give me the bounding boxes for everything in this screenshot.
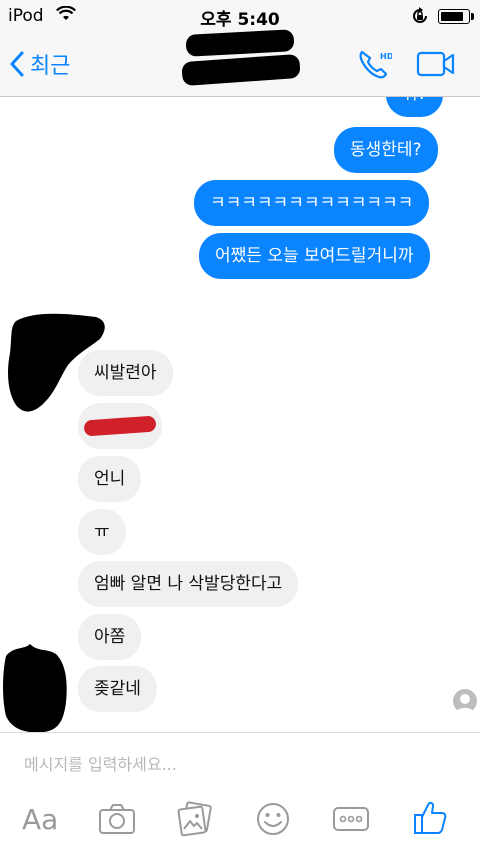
voice-call-button[interactable]: HD	[356, 46, 394, 86]
text-format-label: Aa	[22, 803, 59, 836]
hd-badge: HD	[380, 52, 392, 61]
seen-avatar-icon	[453, 689, 477, 713]
camera-icon	[99, 804, 135, 834]
battery-level	[441, 12, 463, 21]
video-camera-icon	[416, 51, 455, 77]
back-button[interactable]: 최근	[10, 48, 70, 80]
composer: 메시지를 입력하세요... Aa	[0, 732, 480, 853]
redacted-avatar	[3, 644, 67, 732]
more-options-button[interactable]	[332, 805, 370, 840]
more-dots-icon	[333, 807, 369, 831]
conversation-header: 최근 HD	[0, 29, 480, 97]
video-call-button[interactable]	[416, 50, 456, 82]
redacted-contact-name-2	[181, 53, 301, 87]
message-bubble-outgoing[interactable]: 동생한테?	[334, 127, 438, 173]
redacted-contact-name	[185, 29, 295, 57]
status-bar: iPod 오후 5:40	[0, 0, 480, 32]
battery-icon	[438, 9, 474, 24]
message-bubble-incoming[interactable]: 좆같네	[78, 666, 157, 712]
message-bubble-incoming-redacted[interactable]	[78, 403, 162, 449]
message-bubble-outgoing[interactable]: 어쨌든 오늘 보여드릴거니까	[199, 233, 430, 279]
photos-icon	[177, 801, 212, 837]
composer-toolbar: Aa	[0, 797, 480, 853]
smiley-icon	[257, 803, 289, 835]
phone-hd-icon: HD	[359, 50, 394, 79]
text-format-button[interactable]: Aa	[22, 803, 58, 836]
chevron-left-icon	[10, 51, 24, 77]
redacted-red-scribble	[83, 415, 157, 437]
rotation-lock-icon	[410, 6, 430, 31]
message-input[interactable]: 메시지를 입력하세요...	[24, 751, 177, 775]
photos-button[interactable]	[177, 801, 213, 844]
back-label: 최근	[30, 54, 71, 79]
camera-button[interactable]	[98, 803, 136, 842]
message-bubble-incoming[interactable]: ㅠ	[78, 509, 126, 555]
message-list[interactable]: 뭐? 동생한테? ㅋㅋㅋㅋㅋㅋㅋㅋㅋㅋㅋㅋㅋ 어쨌든 오늘 보여드릴거니까 씨발…	[0, 97, 480, 732]
thumbs-up-icon	[414, 801, 447, 834]
message-bubble-outgoing[interactable]: ㅋㅋㅋㅋㅋㅋㅋㅋㅋㅋㅋㅋㅋ	[194, 180, 430, 226]
message-bubble-incoming[interactable]: 언니	[78, 456, 142, 502]
message-bubble-incoming[interactable]: 엄빠 알면 나 삭발당한다고	[78, 561, 299, 607]
like-button[interactable]	[412, 799, 448, 844]
message-bubble-incoming[interactable]: 씨발련아	[78, 350, 173, 396]
message-bubble-outgoing[interactable]: 뭐?	[386, 97, 443, 117]
clock: 오후 5:40	[200, 10, 280, 30]
emoji-button[interactable]	[255, 801, 291, 844]
message-bubble-incoming[interactable]: 아쫌	[78, 614, 142, 660]
